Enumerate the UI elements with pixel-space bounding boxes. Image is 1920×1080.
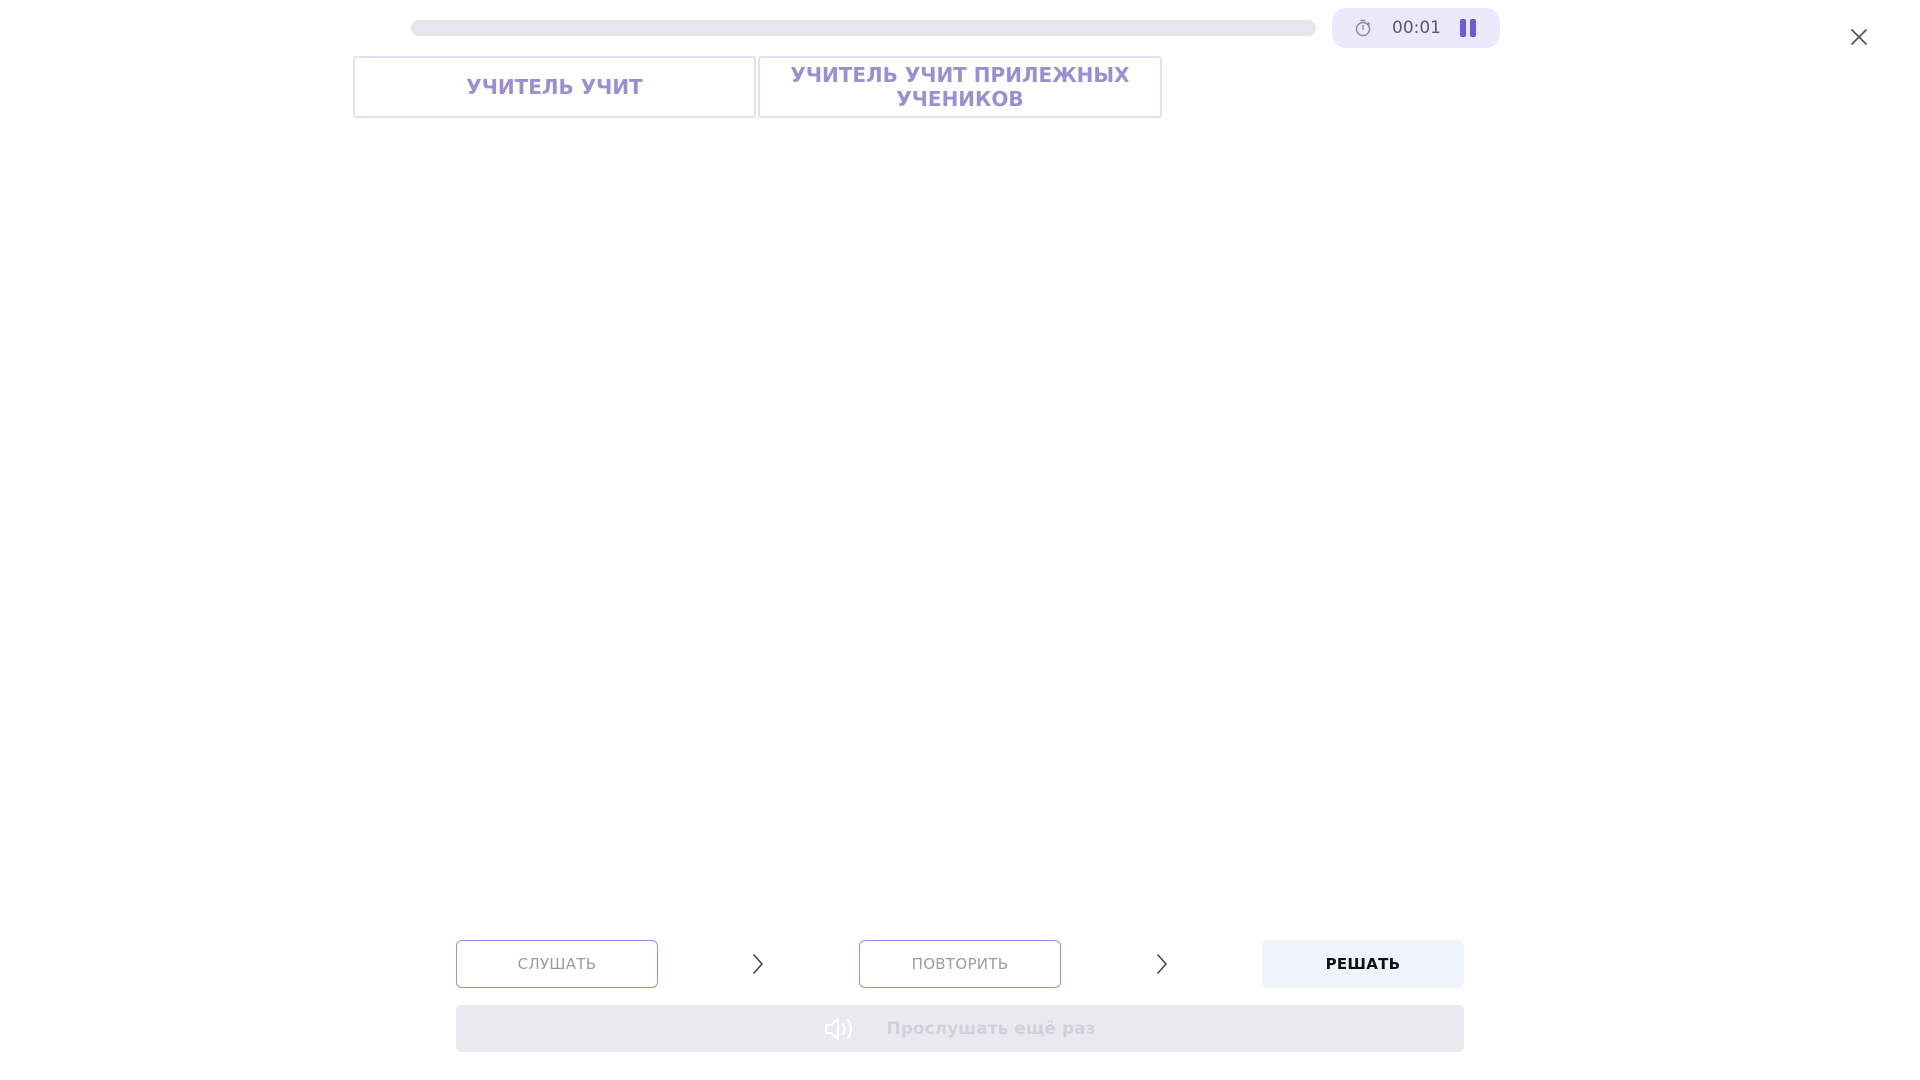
repeat-step-button[interactable]: ПОВТОРИТЬ bbox=[859, 940, 1061, 988]
word-card[interactable]: УЧИТЕЛЬ УЧИТ bbox=[353, 56, 756, 118]
word-card[interactable]: УЧИТЕЛЬ УЧИТ ПРИЛЕЖНЫХ УЧЕНИКОВ bbox=[758, 56, 1162, 118]
timer-value: 00:01 bbox=[1392, 18, 1441, 38]
chevron-right-icon bbox=[753, 954, 763, 974]
stopwatch-icon bbox=[1355, 19, 1371, 37]
progress-bar bbox=[411, 20, 1316, 36]
close-icon[interactable] bbox=[1846, 24, 1872, 50]
timer: 00:01 bbox=[1332, 8, 1500, 48]
listen-again-button[interactable]: Прослушать ещё раз bbox=[456, 1005, 1464, 1052]
pause-icon-bar bbox=[1470, 19, 1476, 37]
pause-icon bbox=[1460, 19, 1466, 37]
chevron-right-icon bbox=[1157, 954, 1167, 974]
listen-again-label: Прослушать ещё раз bbox=[886, 1018, 1096, 1039]
pause-button[interactable] bbox=[1456, 18, 1480, 38]
solve-step-button[interactable]: РЕШАТЬ bbox=[1262, 940, 1464, 988]
lesson-screen: 00:01 УЧИТЕЛЬ УЧИТ УЧИТЕЛЬ УЧИТ ПРИЛЕЖНЫ… bbox=[0, 0, 1920, 1080]
listen-step-button[interactable]: СЛУШАТЬ bbox=[456, 940, 658, 988]
speaker-icon bbox=[825, 1017, 853, 1040]
